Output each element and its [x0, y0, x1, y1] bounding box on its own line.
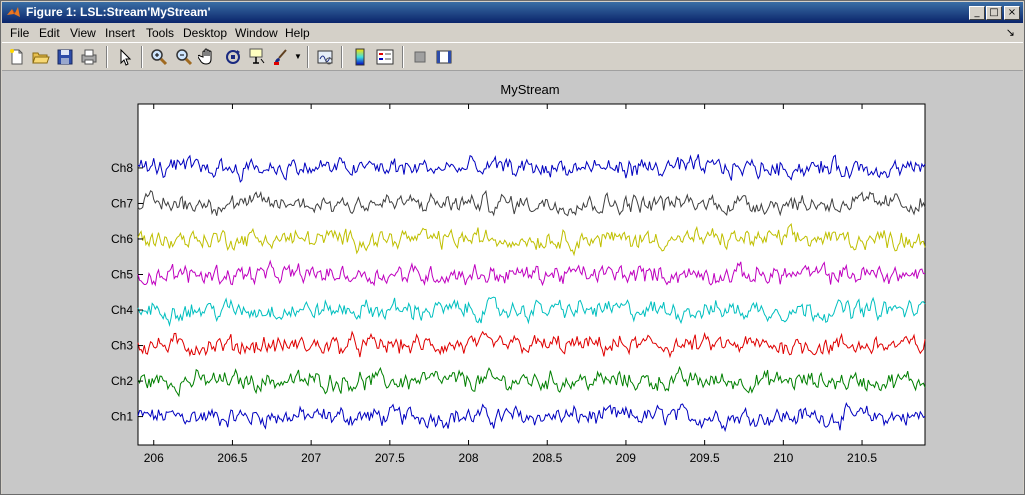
legend-icon[interactable]	[375, 47, 395, 67]
minimize-icon: _	[974, 7, 980, 18]
y-tick-label: Ch6	[111, 232, 133, 246]
data-cursor-icon[interactable]	[247, 47, 267, 67]
title-bar[interactable]: Figure 1: LSL:Stream'MyStream' _ □ ×	[2, 2, 1023, 23]
window-title: Figure 1: LSL:Stream'MyStream'	[26, 5, 211, 19]
dock-figure-icon[interactable]: ↘	[1006, 26, 1015, 39]
y-tick-label: Ch7	[111, 196, 133, 210]
line-chart: MyStream Ch1 Ch2 Ch3 Ch4 Ch5 Ch6 Ch7 Ch8 206 206…	[111, 82, 926, 465]
close-button[interactable]: ×	[1004, 6, 1020, 20]
x-tick-label: 210	[773, 451, 793, 465]
close-icon: ×	[1007, 7, 1017, 18]
rotate-3d-icon[interactable]	[223, 47, 243, 67]
chart-title: MyStream	[500, 82, 559, 97]
x-tick-label: 207	[301, 451, 321, 465]
y-tick-label: Ch4	[111, 303, 133, 317]
menu-bar: File Edit View Insert Tools Desktop Wind…	[2, 23, 1023, 42]
pan-hand-icon[interactable]	[198, 47, 218, 67]
open-file-icon[interactable]	[31, 47, 51, 67]
x-tick-label: 208.5	[532, 451, 562, 465]
print-figure-icon[interactable]	[79, 47, 99, 67]
menu-view[interactable]: View	[70, 26, 96, 40]
minimize-button[interactable]: _	[969, 6, 985, 20]
y-tick-label: Ch8	[111, 161, 133, 175]
toolbar-separator	[141, 46, 143, 68]
link-plot-icon[interactable]	[315, 47, 335, 67]
x-tick-label: 207.5	[375, 451, 405, 465]
x-tick-label: 209.5	[690, 451, 720, 465]
zoom-in-icon[interactable]	[149, 47, 169, 67]
show-plot-tools-icon[interactable]	[434, 47, 454, 67]
new-figure-icon[interactable]	[7, 47, 27, 67]
figure-canvas: MyStream Ch1 Ch2 Ch3 Ch4 Ch5 Ch6 Ch7 Ch8 206 206…	[2, 71, 1023, 494]
x-tick-label: 209	[616, 451, 636, 465]
y-tick-label: Ch3	[111, 339, 133, 353]
menu-insert[interactable]: Insert	[105, 26, 135, 40]
x-tick-label: 206.5	[217, 451, 247, 465]
menu-window[interactable]: Window	[235, 26, 278, 40]
zoom-out-icon[interactable]	[174, 47, 194, 67]
edit-plot-arrow-icon[interactable]	[115, 47, 135, 67]
toolbar-separator	[341, 46, 343, 68]
x-tick-label: 208	[459, 451, 479, 465]
brush-dropdown-icon[interactable]: ▼	[294, 52, 302, 61]
x-tick-label: 210.5	[847, 451, 877, 465]
menu-file[interactable]: File	[10, 26, 29, 40]
y-tick-label: Ch1	[111, 410, 133, 424]
toolbar-separator	[307, 46, 309, 68]
maximize-icon: □	[989, 7, 999, 18]
brush-icon[interactable]	[271, 47, 291, 67]
toolbar-separator	[106, 46, 108, 68]
save-figure-icon[interactable]	[55, 47, 75, 67]
toolbar-separator	[402, 46, 404, 68]
colorbar-icon[interactable]	[350, 47, 370, 67]
x-tick-label: 206	[144, 451, 164, 465]
y-tick-label: Ch2	[111, 374, 133, 388]
menu-tools[interactable]: Tools	[146, 26, 174, 40]
matlab-logo-icon	[7, 7, 20, 17]
figure-window: Figure 1: LSL:Stream'MyStream' _ □ × Fil…	[0, 0, 1025, 495]
menu-edit[interactable]: Edit	[39, 26, 60, 40]
maximize-button[interactable]: □	[986, 6, 1002, 20]
menu-help[interactable]: Help	[285, 26, 310, 40]
menu-desktop[interactable]: Desktop	[183, 26, 227, 40]
hide-plot-tools-icon[interactable]	[410, 47, 430, 67]
y-tick-label: Ch5	[111, 268, 133, 282]
figure-toolbar: ▼	[2, 42, 1023, 71]
